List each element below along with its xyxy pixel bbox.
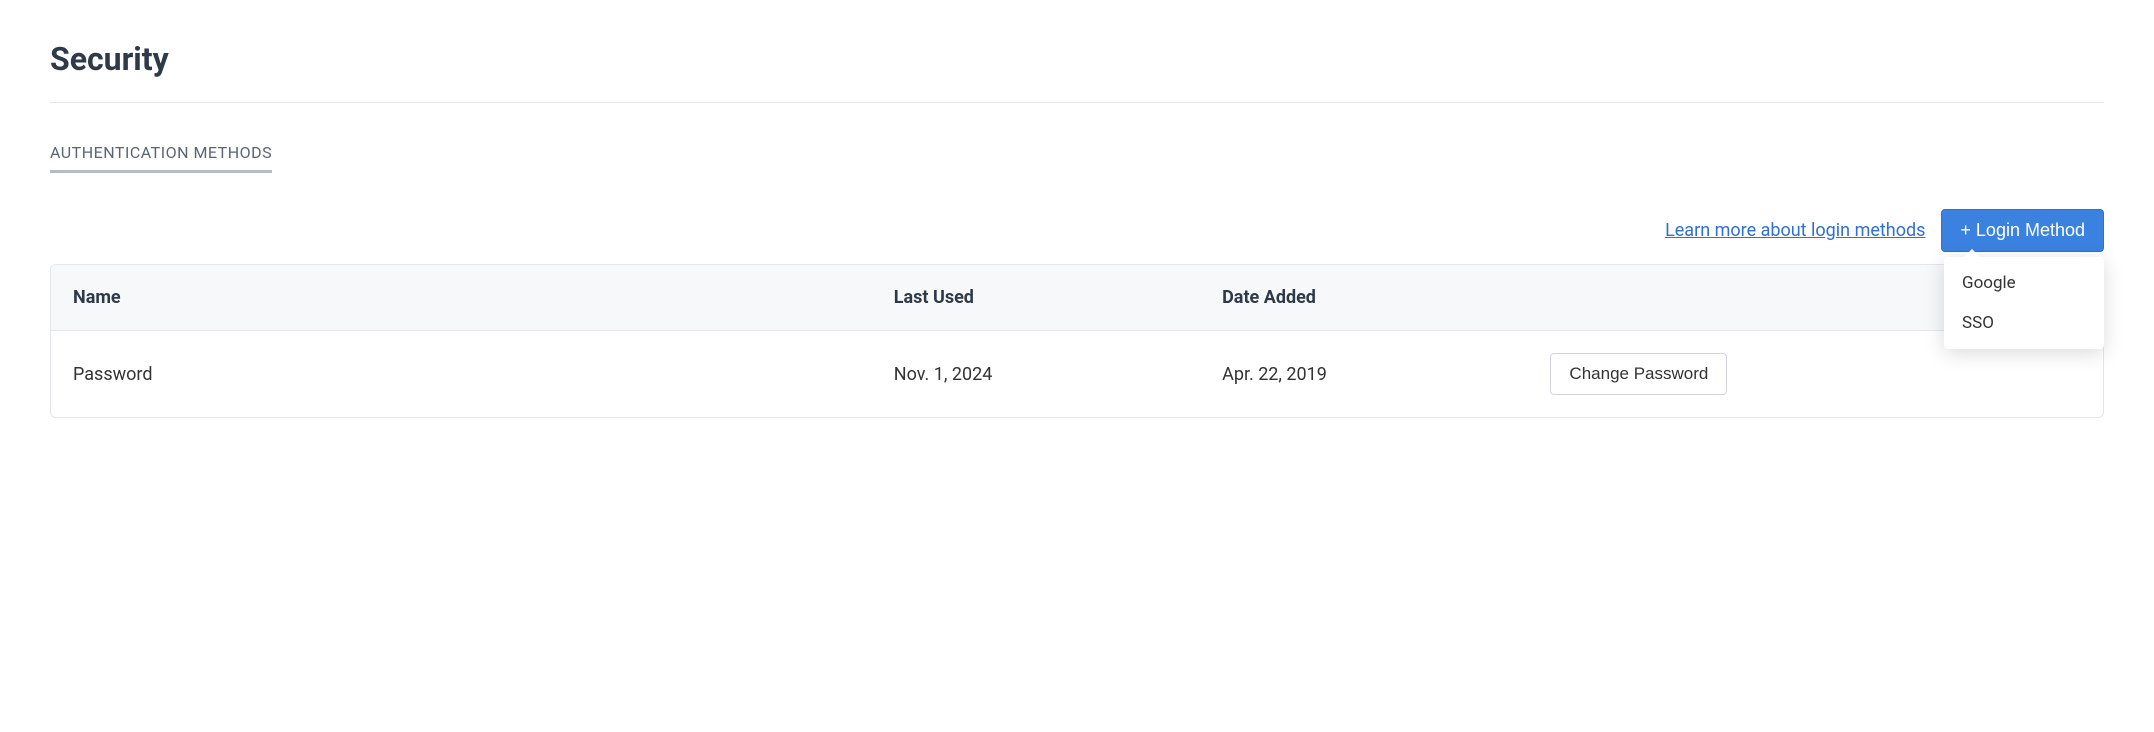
page-title: Security [50,40,2104,78]
login-method-dropdown: Google SSO [1944,257,2104,349]
cell-name: Password [51,331,872,417]
table-row: Password Nov. 1, 2024 Apr. 22, 2019 Chan… [51,331,2103,417]
dropdown-item-sso[interactable]: SSO [1944,303,2104,343]
col-header-last-used: Last Used [872,265,1200,331]
dropdown-item-google[interactable]: Google [1944,263,2104,303]
toolbar: Learn more about login methods + Login M… [50,209,2104,252]
col-header-name: Name [51,265,872,331]
table-header-row: Name Last Used Date Added [51,265,2103,331]
add-login-method-button[interactable]: + Login Method [1941,209,2104,252]
add-login-method-label: + Login Method [1960,220,2085,241]
auth-methods-table: Name Last Used Date Added Password Nov. … [50,264,2104,418]
section-tabs: AUTHENTICATION METHODS [50,143,2104,173]
learn-more-link[interactable]: Learn more about login methods [1665,220,1925,241]
change-password-button[interactable]: Change Password [1550,353,1727,395]
col-header-date-added: Date Added [1200,265,1528,331]
cell-date-added: Apr. 22, 2019 [1200,331,1528,417]
auth-methods-table-wrap: Name Last Used Date Added Password Nov. … [50,264,2104,418]
cell-last-used: Nov. 1, 2024 [872,331,1200,417]
divider [50,102,2104,103]
tab-authentication-methods[interactable]: AUTHENTICATION METHODS [50,143,272,173]
